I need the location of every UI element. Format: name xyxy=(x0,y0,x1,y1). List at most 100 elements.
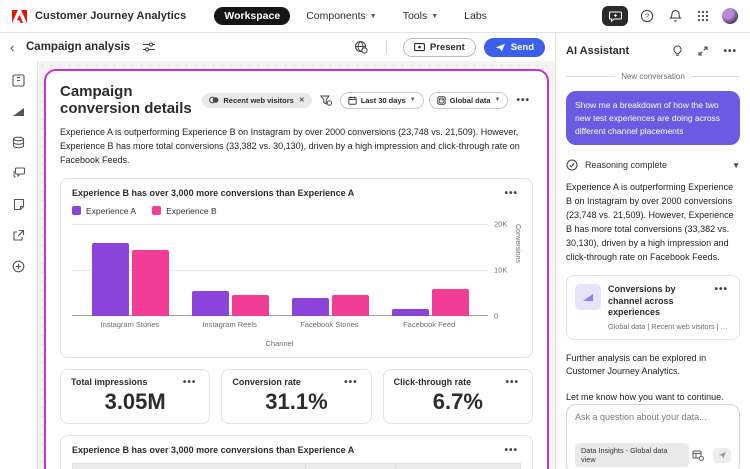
bar-experience-a[interactable] xyxy=(192,291,229,316)
metric-more-menu[interactable]: ••• xyxy=(341,377,361,388)
share-export-icon[interactable] xyxy=(10,226,28,244)
reasoning-status-row[interactable]: Reasoning complete ▼ xyxy=(566,159,740,171)
metric-more-menu[interactable]: ••• xyxy=(180,377,200,388)
metric-value: 6.7% xyxy=(394,389,522,415)
x-axis-labels: Instagram StoriesInstagram ReelsFacebook… xyxy=(72,320,487,329)
metric-value: 31.1% xyxy=(232,389,360,415)
legend-item-experience-a[interactable]: Experience A xyxy=(72,206,136,216)
notes-icon[interactable] xyxy=(10,195,28,213)
present-button[interactable]: Present xyxy=(403,38,476,57)
x-tick-label: Instagram Stories xyxy=(85,320,175,329)
segment-chip[interactable]: Recent web visitors ✕ xyxy=(202,93,311,108)
metric-card-impressions: Total impressions ••• 3.05M xyxy=(60,369,210,424)
nav-item-labs[interactable]: Labs xyxy=(454,7,497,25)
y-axis-title: Conversions xyxy=(514,224,521,316)
metric-label: Click-through rate xyxy=(394,377,472,387)
nav-items: Workspace Components▼ Tools▼ Labs xyxy=(214,7,497,25)
insight-card-more-menu[interactable]: ••• xyxy=(711,284,731,319)
chevron-down-icon: ▼ xyxy=(431,13,438,20)
svg-text:?: ? xyxy=(645,12,649,21)
assistant-title: AI Assistant xyxy=(566,45,629,57)
data-context-chip[interactable]: Data Insights - Global data view xyxy=(575,443,689,467)
legend-item-experience-b[interactable]: Experience B xyxy=(152,206,217,216)
components-data-icon[interactable] xyxy=(10,133,28,151)
freeform-table: Product Purchases ▼ % of total purc xyxy=(72,463,521,469)
bar-experience-b[interactable] xyxy=(232,295,269,316)
chevron-down-icon: ▼ xyxy=(410,97,416,103)
nav-item-components[interactable]: Components▼ xyxy=(296,7,386,25)
user-message-bubble: Show me a breakdown of how the two new t… xyxy=(566,91,740,145)
panel-more-menu[interactable]: ••• xyxy=(513,95,533,106)
expand-icon[interactable] xyxy=(694,42,712,60)
nav-item-workspace[interactable]: Workspace xyxy=(214,7,290,25)
metric-label: Total impressions xyxy=(71,377,147,387)
data-view-settings-icon[interactable] xyxy=(689,446,707,464)
metric-value: 3.05M xyxy=(71,389,199,415)
insight-card-title: Conversions by channel across experience… xyxy=(608,284,711,319)
bar-experience-a[interactable] xyxy=(92,243,129,316)
bar-experience-a[interactable] xyxy=(292,298,329,316)
bar-experience-b[interactable] xyxy=(132,250,169,316)
visualizations-icon[interactable] xyxy=(10,102,28,120)
add-panel-icon[interactable] xyxy=(10,257,28,275)
present-icon xyxy=(414,43,425,52)
segment-icon xyxy=(209,96,219,104)
conversation-divider: New conversation xyxy=(566,72,740,81)
submit-question-button[interactable] xyxy=(713,448,731,463)
column-header-pct-total[interactable]: % of total purchases xyxy=(395,463,520,469)
adobe-logo-icon[interactable] xyxy=(12,10,27,23)
chevron-down-icon[interactable]: ▼ xyxy=(732,161,740,170)
data-view-select[interactable]: Global data ▼ xyxy=(429,92,509,109)
brand: Customer Journey Analytics xyxy=(12,10,186,23)
bar-experience-b[interactable] xyxy=(332,295,369,316)
help-icon[interactable]: ? xyxy=(638,7,656,25)
back-chevron-icon[interactable]: ‹ xyxy=(10,40,26,55)
ai-generated-panel: Campaign conversion details Recent web v… xyxy=(44,69,549,469)
nav-item-tools[interactable]: Tools▼ xyxy=(393,7,448,25)
view-settings-icon[interactable] xyxy=(140,38,158,56)
annotations-icon[interactable] xyxy=(10,164,28,182)
x-tick-label: Facebook Feed xyxy=(384,320,474,329)
send-button[interactable]: Send xyxy=(484,38,545,57)
reasoning-status-label: Reasoning complete xyxy=(585,160,667,170)
chart-more-menu[interactable]: ••• xyxy=(501,188,521,199)
bar-group xyxy=(192,224,269,316)
column-header-purchases[interactable]: Purchases ▼ xyxy=(305,463,395,469)
bar-group xyxy=(92,224,169,316)
chart-thumbnail-icon xyxy=(575,284,601,310)
workspace-canvas: Campaign conversion details Recent web v… xyxy=(38,61,555,469)
metric-card-click-through-rate: Click-through rate ••• 6.7% xyxy=(383,369,533,424)
suggestions-bulb-icon[interactable] xyxy=(668,42,686,60)
remove-segment-icon[interactable]: ✕ xyxy=(299,96,305,104)
panels-icon[interactable] xyxy=(10,71,28,89)
top-nav: Customer Journey Analytics Workspace Com… xyxy=(0,0,750,33)
divider xyxy=(386,40,387,54)
share-settings-globe-icon[interactable] xyxy=(352,38,370,56)
metric-more-menu[interactable]: ••• xyxy=(502,377,522,388)
project-title: Campaign analysis xyxy=(26,41,130,53)
date-range-select[interactable]: Last 30 days ▼ xyxy=(340,92,424,109)
filter-icon[interactable] xyxy=(317,91,335,109)
send-arrow-icon xyxy=(718,451,727,459)
assistant-input-box: Data Insights - Global data view xyxy=(566,404,740,469)
column-header-product[interactable]: Product xyxy=(73,463,306,469)
notifications-bell-icon[interactable] xyxy=(666,7,684,25)
chevron-down-icon: ▼ xyxy=(495,97,501,103)
x-axis-title: Channel xyxy=(72,339,487,348)
table-title: Experience B has over 3,000 more convers… xyxy=(72,445,354,455)
user-avatar[interactable] xyxy=(722,8,738,24)
bar-experience-b[interactable] xyxy=(432,289,469,316)
assistant-question-input[interactable] xyxy=(575,412,731,434)
assistant-more-menu[interactable]: ••• xyxy=(720,46,740,57)
y-tick-label: 20K xyxy=(494,219,507,228)
assistant-followup-text: Further analysis can be explored in Cust… xyxy=(566,352,740,379)
bar-experience-a[interactable] xyxy=(392,309,429,316)
metric-cards: Total impressions ••• 3.05M Conversion r… xyxy=(60,369,533,424)
app-switcher-grid-icon[interactable] xyxy=(694,7,712,25)
table-more-menu[interactable]: ••• xyxy=(501,445,521,456)
bar-group xyxy=(292,224,369,316)
left-rail xyxy=(0,61,38,469)
ai-assistant-toggle-button[interactable] xyxy=(602,6,628,26)
insight-card[interactable]: Conversions by channel across experience… xyxy=(566,275,740,340)
data-view-icon xyxy=(437,96,446,105)
